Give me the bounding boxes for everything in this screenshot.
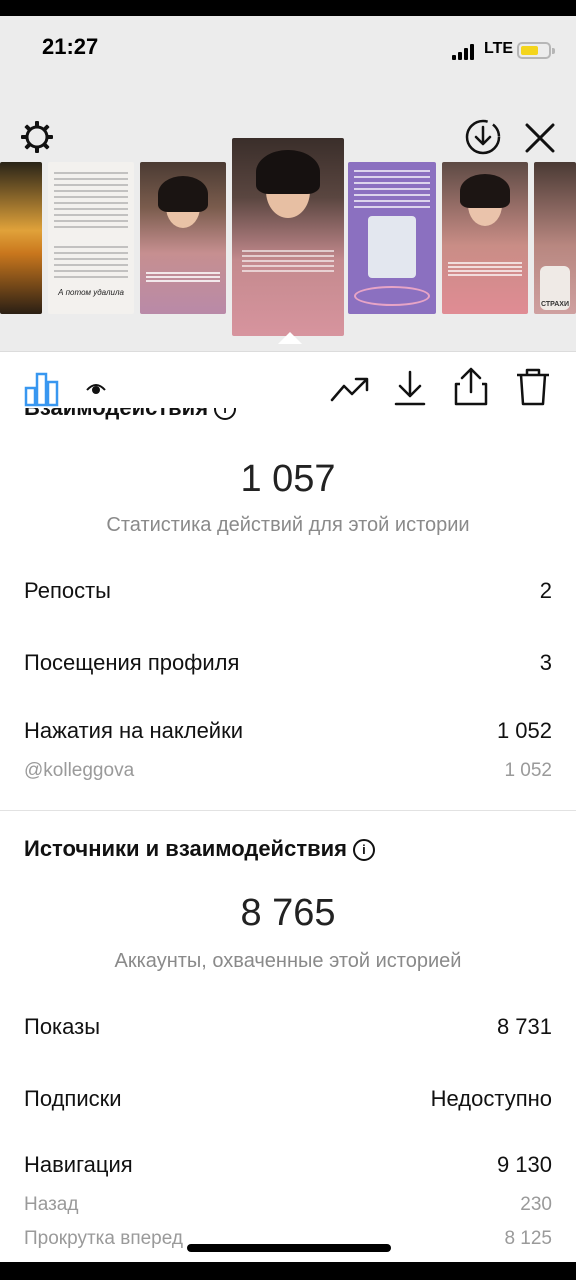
thumbnail-caption: СТРАХИ [541,301,569,308]
forward-value: 8 125 [504,1228,552,1249]
reposts-label: Репосты [24,578,111,603]
close-icon[interactable] [522,120,558,156]
sources-total: 8 765 [240,892,336,934]
profile-visits-label: Посещения профиля [24,650,240,675]
sources-title: Источники и взаимодействия i [24,836,375,862]
bar-chart-icon[interactable] [24,370,62,408]
battery-level [521,46,538,55]
signal-icon [452,44,478,60]
sticker-taps-label: Нажатия на наклейки [24,718,244,743]
eye-icon[interactable] [86,382,106,396]
back-value: 230 [520,1194,552,1215]
back-label: Назад [24,1194,79,1215]
thumbnail-caption: А потом удалила [58,288,124,297]
home-indicator[interactable] [187,1244,391,1252]
interactions-title: Взаимодействияi [24,408,237,424]
trash-icon[interactable] [514,366,552,408]
selected-indicator [278,332,302,344]
status-bar: 21:27 LTE [0,16,576,96]
story-thumbnail-strip: А потом удалила СТРАХИ [0,96,576,352]
sources-caption: Аккаунты, охваченные этой историей [114,950,462,972]
follows-label: Подписки [24,1086,122,1111]
reposts-value: 2 [539,578,552,603]
bottom-bezel [0,1262,576,1280]
navigation-value: 9 130 [496,1152,552,1177]
download-icon[interactable] [392,368,428,408]
section-divider [0,810,576,811]
trend-icon[interactable] [330,374,370,404]
profile-visits-value: 3 [539,650,552,675]
forward-label: Прокрутка вперед [24,1228,183,1249]
top-bezel [0,0,576,16]
status-time: 21:27 [42,34,99,59]
sticker-taps-value: 1 052 [496,718,552,743]
story-thumbnail[interactable] [0,162,42,314]
interactions-total: 1 057 [240,458,336,500]
info-icon[interactable]: i [214,408,237,420]
story-thumbnail[interactable] [442,162,528,314]
gear-icon[interactable] [20,120,54,154]
story-thumbnail[interactable] [140,162,226,314]
mention-sticker-value: 1 052 [504,760,552,781]
share-icon[interactable] [452,366,490,408]
story-thumbnail[interactable] [348,162,436,314]
follows-value: Недоступно [430,1086,552,1111]
network-type: LTE [484,40,514,57]
navigation-label: Навигация [24,1152,133,1177]
mention-sticker-label[interactable]: @kolleggova [24,760,134,782]
impressions-value: 8 731 [496,1014,552,1039]
interactions-caption: Статистика действий для этой истории [106,514,470,536]
info-icon[interactable]: i [352,839,375,862]
screen: 21:27 LTE А потом удалила СТРАХИ i 1 057… [0,16,576,1262]
battery-icon [517,42,555,59]
download-circle-icon[interactable] [464,118,502,156]
story-thumbnail-selected[interactable] [232,138,344,336]
impressions-label: Показы [24,1014,101,1039]
story-thumbnail[interactable]: А потом удалила [48,162,134,314]
story-thumbnail[interactable]: СТРАХИ [534,162,576,314]
